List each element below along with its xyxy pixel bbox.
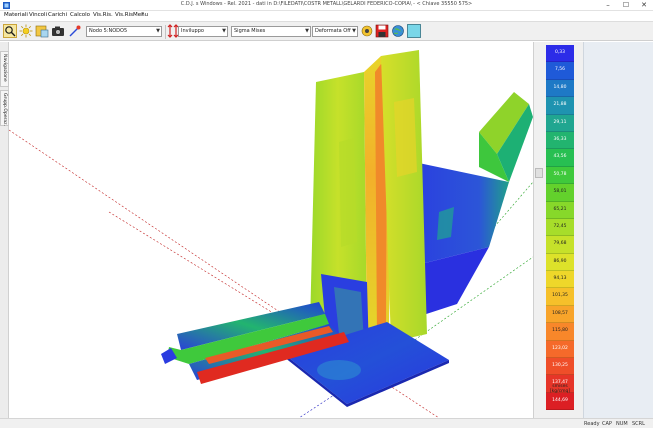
close-button[interactable]: ✕ [635,0,653,11]
scale-cell: 65,21 [546,201,574,219]
toolbar-separator [165,25,166,39]
chevron-down-icon: ▼ [305,28,309,34]
scale-cell: 0,33 [546,45,574,63]
scale-value: 29,11 [553,119,567,125]
scale-cell: 86,90 [546,253,574,272]
base-stress-zone [317,360,361,380]
deform-combo[interactable]: Deformata Off ▼ [312,26,358,37]
scale-value: 79,68 [553,241,567,247]
scale-cell: 50,78 [546,166,574,185]
scale-unit-line2: [kg/cmq] [549,389,571,394]
render-icon[interactable] [35,24,49,38]
scale-value: 65,21 [553,206,567,212]
app-window: C.D.J. s Windows - Rel. 2021 - dati in D… [0,0,653,428]
tab-grupp-operaz-label: Grupp.Operaz. [2,93,7,126]
scale-cell: 108,57 [546,305,574,324]
fem-model-view [9,50,533,418]
scale-value: 144,69 [552,397,568,403]
tools-icon[interactable] [360,24,374,38]
scale-value: 108,57 [552,310,568,316]
scale-cell: 72,45 [546,218,574,237]
scale-value: 130,25 [552,363,568,369]
zoom-window-icon[interactable] [3,24,17,38]
scale-cell: 94,13 [546,271,574,289]
right-panel [583,42,653,418]
scale-value: 7,56 [554,67,566,73]
light-icon[interactable] [19,24,33,38]
menu-carichi[interactable]: Carichi [48,12,67,18]
scale-cell: 123,02 [546,340,574,359]
menu-bar: Materiali Vincoli Carichi Calcolo Vis.Ri… [0,11,653,21]
color-scale-panel: 0,33 7,56 14,80 21,88 29,11 36,33 43,56 50,78 58… [533,42,583,418]
scale-cell: 58,01 [546,184,574,202]
sigma-combo-value: Sigma Mises [234,28,266,34]
tab-navigazione[interactable]: Navigazione [0,51,9,87]
chevron-down-icon: ▼ [156,28,160,34]
scale-value: 36,33 [553,136,567,142]
menu-vincoli[interactable]: Vincoli [29,12,47,18]
status-ready: Ready [584,421,600,427]
status-bar: Ready CAP NUM SCRL [0,418,653,428]
3d-viewport[interactable] [9,42,533,418]
tab-grupp-operaz[interactable]: Grupp.Operaz. [0,90,9,126]
scale-value: 50,78 [553,171,567,177]
scale-value: 21,88 [553,102,567,108]
toolbar: Nodo 5:NODO5 ▼ Inviluppo ▼ Sigma Mises ▼… [0,21,653,41]
scale-value: 94,13 [553,276,567,282]
menu-vis-ris[interactable]: Vis.Ris. [93,12,113,18]
menu-calcolo[interactable]: Calcolo [70,12,90,18]
scale-value: 86,90 [553,258,567,264]
minimize-button[interactable]: – [599,0,617,11]
sigma-combo[interactable]: Sigma Mises ▼ [231,26,311,37]
chevron-down-icon: ▼ [352,28,356,34]
color-fill-icon[interactable] [407,24,421,38]
scale-cell: 14,80 [546,79,574,98]
scale-cell: 115,80 [546,323,574,341]
menu-help[interactable]: ? [141,12,144,18]
window-title: C.D.J. s Windows - Rel. 2021 - dati in D… [180,1,473,7]
status-cap: CAP [602,421,612,427]
menu-materiali[interactable]: Materiali [4,12,28,18]
scale-scroll-thumb[interactable] [535,168,543,178]
node-combo[interactable]: Nodo 5:NODO5 ▼ [86,26,162,37]
scale-cell: 101,35 [546,288,574,306]
scale-unit-label: smises [kg/cmq] [542,384,578,394]
status-num: NUM [616,421,628,427]
envelope-combo[interactable]: Inviluppo ▼ [178,26,228,37]
diagonal-brace [409,92,533,318]
flange-right-shade [394,98,417,177]
scale-value: 101,35 [552,293,568,299]
scale-value: 14,80 [553,84,567,90]
deform-combo-value: Deformata Off [315,28,351,34]
scale-cell: 79,68 [546,236,574,254]
scale-value: 0,33 [554,50,566,55]
node-combo-value: Nodo 5:NODO5 [89,28,128,34]
left-side-strip: Navigazione Grupp.Operaz. [0,42,9,418]
title-bar: C.D.J. s Windows - Rel. 2021 - dati in D… [0,0,653,11]
scale-cell: 130,25 [546,358,574,376]
color-legend: 0,33 7,56 14,80 21,88 29,11 36,33 43,56 50,78 58… [546,45,574,411]
chevron-down-icon: ▼ [222,28,226,34]
scale-cell: 36,33 [546,131,574,150]
scale-cell: 7,56 [546,62,574,80]
node-select-icon[interactable] [68,24,82,38]
scale-cell: 43,56 [546,149,574,167]
status-scrl: SCRL [632,421,645,427]
scale-value: 72,45 [553,223,567,229]
scale-value: 58,01 [553,189,567,195]
scale-scrollbar[interactable] [535,45,543,375]
scale-value: 115,80 [552,328,568,334]
envelope-combo-value: Inviluppo [181,28,204,34]
scale-cell: 21,88 [546,97,574,115]
globe-icon[interactable] [391,24,405,38]
scale-cell: 29,11 [546,114,574,132]
camera-icon[interactable] [51,24,65,38]
scale-value: 123,02 [552,345,568,351]
scale-cell: 144,69 [546,392,574,411]
flange-shade [339,138,357,247]
maximize-button[interactable]: ☐ [617,0,635,11]
scale-value: 43,56 [553,154,567,160]
save-icon[interactable] [375,24,389,38]
tab-navigazione-label: Navigazione [2,54,7,82]
